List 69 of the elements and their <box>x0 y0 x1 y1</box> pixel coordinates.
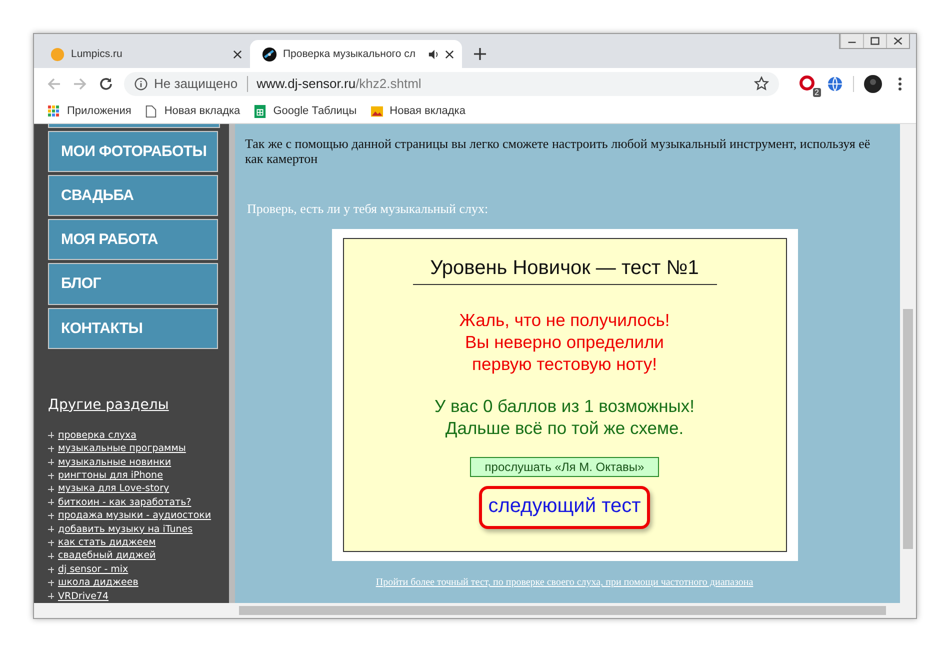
sidebar-link[interactable]: музыка для Love-story <box>58 482 170 496</box>
sidebar-link[interactable]: VRDrive74 <box>58 590 109 603</box>
site-icon <box>50 46 65 62</box>
menu-item[interactable]: МОЯ РАБОТА <box>48 219 218 260</box>
vertical-scrollbar[interactable] <box>900 124 916 603</box>
sidebar-link[interactable]: продажа музыки - аудиостоки <box>58 509 212 523</box>
menu-item[interactable]: МОИ ФОТОРАБОТЫ <box>48 130 218 172</box>
result-text: первую тестовую ноту! <box>471 353 658 375</box>
section-title[interactable]: Другие разделы <box>48 396 169 413</box>
sidebar-link[interactable]: биткоин - как заработать? <box>58 496 192 510</box>
plus-icon <box>48 512 54 519</box>
globe-icon[interactable] <box>827 76 843 92</box>
menu-item[interactable]: КОНТАКТЫ <box>48 308 218 349</box>
close-icon[interactable] <box>233 50 242 58</box>
plus-icon <box>48 526 54 532</box>
address-bar[interactable]: Не защищено www.dj-sensor.ru/khz2.shtml <box>124 72 779 96</box>
listen-button[interactable]: прослушать «Ля М. Октавы» <box>470 457 660 477</box>
sidebar-link[interactable]: свадебный диджей <box>58 549 156 563</box>
plus-icon <box>48 459 54 466</box>
image-icon <box>370 104 383 118</box>
disc-icon <box>262 46 277 62</box>
bookmark[interactable]: Google Таблицы <box>254 104 357 118</box>
spreadsheet-icon <box>254 104 266 118</box>
result-text: Жаль, что не получилось! <box>459 309 670 331</box>
security-label: Не защищено <box>154 76 238 91</box>
info-icon <box>134 76 148 90</box>
plus-icon <box>48 472 54 479</box>
sidebar-link[interactable]: музыкальные программы <box>58 442 186 456</box>
bookmark[interactable]: Новая вкладка <box>145 104 240 118</box>
sidebar-link[interactable]: рингтоны для iPhone <box>58 468 163 482</box>
sidebar-link[interactable]: проверка слуха <box>58 428 136 442</box>
score-text: Дальше всё по той же схеме. <box>444 417 685 439</box>
score-text: У вас 0 баллов из 1 возможных! <box>434 395 694 417</box>
result-text: Вы неверно определили <box>464 331 665 353</box>
sidebar-link[interactable]: как стать диджеем <box>58 536 156 550</box>
plus-icon <box>48 553 54 560</box>
new-tab-icon[interactable] <box>474 48 486 60</box>
bookmark[interactable]: Новая вкладка <box>370 104 466 118</box>
avatar-icon[interactable] <box>864 74 882 92</box>
plus-icon <box>48 566 54 572</box>
sidebar-link[interactable]: dj sensor - mix <box>58 562 128 576</box>
tab-title: Lumpics.ru <box>71 48 124 60</box>
tab-title: Проверка музыкального сл <box>283 48 417 60</box>
sidebar-link[interactable]: школа диджеев <box>58 576 138 590</box>
prompt-text: Проверь, есть ли у тебя музыкальный слух: <box>247 201 490 217</box>
plus-icon <box>48 432 54 438</box>
extension-badge: 2 <box>812 88 821 96</box>
menu-item[interactable]: БЛОГ <box>48 263 218 305</box>
next-test-button[interactable]: следующий тест <box>479 486 650 529</box>
url-text: www.dj-sensor.ru/khz2.shtml <box>256 76 422 91</box>
plus-icon <box>48 446 54 452</box>
intro-text: Так же с помощью данной страницы вы легко сможете настроить любой музыкальный инструмент, используя её как камертон <box>245 136 872 166</box>
horizontal-scrollbar[interactable] <box>34 603 916 618</box>
page-icon <box>145 104 158 118</box>
bookmark[interactable]: Приложения <box>48 104 132 118</box>
browser-tab[interactable]: Lumpics.ru <box>38 40 250 68</box>
speaker-icon[interactable] <box>428 48 439 60</box>
sidebar-link[interactable]: добавить музыку на iTunes <box>58 522 193 536</box>
plus-icon <box>48 593 54 600</box>
close-icon[interactable] <box>445 50 454 58</box>
test-title: Уровень Новичок — тест №1 <box>412 257 716 285</box>
menu-item[interactable]: СВАДЬБА <box>48 175 218 216</box>
plus-icon <box>48 580 54 586</box>
reload-icon[interactable] <box>98 76 114 92</box>
sidebar-link[interactable]: музыкальные новинки <box>58 456 172 469</box>
star-icon[interactable] <box>754 76 769 91</box>
plus-icon <box>48 540 54 546</box>
apps-icon <box>48 104 60 118</box>
browser-tab[interactable]: Проверка музыкального сл <box>250 40 462 68</box>
